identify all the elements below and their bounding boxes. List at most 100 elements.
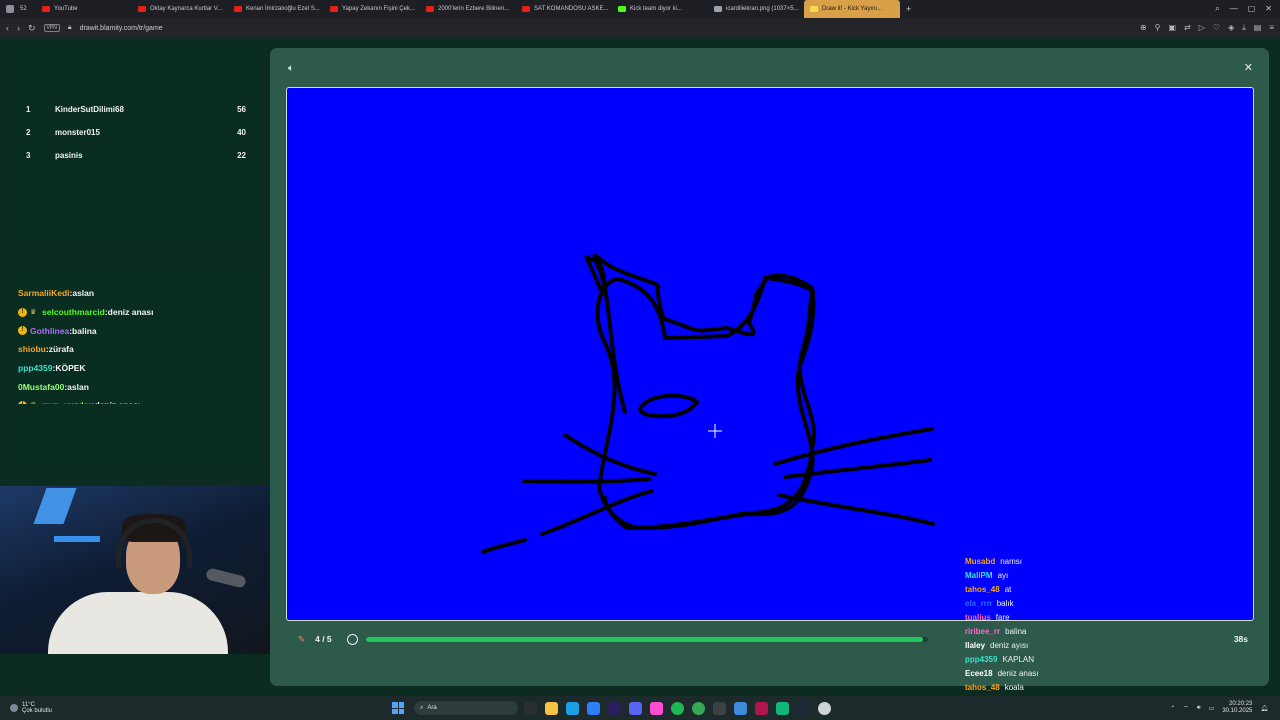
download-icon[interactable]: ⤓	[1242, 23, 1246, 33]
browser-tab[interactable]: 2000'lerin Ezbere Bilinen...	[420, 0, 516, 18]
pinned-apps	[524, 701, 831, 715]
tab-label: icardiliekran.png (1037×5...	[726, 6, 799, 12]
round-status-bar: ✎ 4 / 5 38s	[298, 631, 1248, 647]
chat-username[interactable]: ppp4359	[18, 363, 53, 373]
maximize-icon[interactable]: ▢	[1248, 4, 1256, 14]
browser-tab[interactable]: Kenan İmirzalıoğlu Ezel S...	[228, 0, 324, 18]
premiere-icon[interactable]	[608, 701, 621, 715]
chat-username[interactable]: mvn_yuzdar	[42, 400, 92, 404]
leaderboard-panel: 1 KinderSutDilimi68 56 2 monster015 40 3 pasini…	[12, 48, 260, 252]
weather-desc: Çok bulutlu	[22, 708, 53, 714]
close-window-icon[interactable]: ✕	[1265, 4, 1272, 14]
leaderboard-row: 2 monster015 40	[26, 121, 246, 144]
minimize-icon[interactable]: —	[1230, 4, 1238, 14]
youtube-icon	[426, 6, 434, 12]
chat-username[interactable]: selcouthmarcid	[42, 307, 105, 317]
wallet-icon[interactable]: ◈	[1228, 23, 1234, 33]
browser-tab[interactable]: SAT KOMANDOSU ASKE...	[516, 0, 612, 18]
xbox-icon[interactable]	[524, 701, 537, 715]
address-bar: ‹ › ↻ VPN 🔒︎ drawit.blamity.com/tr/game …	[0, 18, 1280, 38]
chat-panel: SarmaliiKedi: aslan! ♛ selcouthmarcid: deniz…	[12, 264, 260, 468]
edge-icon[interactable]	[566, 701, 579, 715]
overlay-chat-message: ela_rrn balık	[965, 596, 1085, 610]
zoom-icon[interactable]: ⊕	[1140, 23, 1147, 33]
browser-tab[interactable]: icardiliekran.png (1037×5...	[708, 0, 804, 18]
vpn-badge[interactable]: VPN	[43, 24, 60, 32]
weather-widget[interactable]: 11°C Çok bulutlu	[0, 702, 392, 714]
stream-tool-icon[interactable]	[734, 701, 747, 715]
discord-icon[interactable]	[629, 701, 642, 715]
heart-icon[interactable]: ♡	[1213, 23, 1220, 33]
notifications-icon[interactable]: 🔔︎	[1260, 705, 1268, 712]
chat-username[interactable]: Gothlinea	[30, 326, 69, 336]
windows-taskbar: 11°C Çok bulutlu ⌕ Ara ⌃ ⌔ 🔊︎ ▭ 20:20:23…	[0, 696, 1280, 720]
cat-outline-stroke	[584, 253, 816, 530]
chat-username[interactable]: 0Mustafa00	[18, 382, 64, 392]
chat-message: shiobu: zürafa	[18, 340, 254, 359]
overlay-chat-message: llaley deniz ayısı	[965, 639, 1085, 653]
chat-message: ! Gothlinea: balina	[18, 321, 254, 340]
subscriber-badge-icon: !	[18, 307, 27, 317]
player-icon[interactable]: ▷	[1199, 23, 1205, 33]
browser-menu-icon[interactable]	[6, 5, 14, 13]
overlay-username: Ecee18	[965, 669, 993, 679]
speaker-icon[interactable]: 🔈︎	[288, 63, 294, 74]
browser-tab[interactable]: YouTube	[36, 0, 132, 18]
network-icon[interactable]: ⌔	[1183, 704, 1189, 712]
chat-text: deniz anası	[94, 400, 140, 404]
photos-icon[interactable]	[587, 701, 600, 715]
subscriber-badge-icon: !	[18, 326, 27, 336]
start-icon[interactable]	[392, 702, 404, 714]
tab-count[interactable]: 52	[20, 6, 27, 12]
flow-icon[interactable]: ⇄	[1184, 23, 1191, 33]
microphone	[205, 567, 247, 589]
seconds-left: 38s	[1233, 634, 1248, 644]
snapshot-icon[interactable]: ▣	[1168, 23, 1176, 33]
url-field[interactable]: drawit.blamity.com/tr/game	[80, 25, 163, 32]
browser-tab[interactable]: Kick team diyor ki...	[612, 0, 708, 18]
chat-username[interactable]: shiobu	[18, 344, 46, 354]
file-explorer-icon[interactable]	[545, 701, 558, 715]
drawing-canvas[interactable]	[286, 87, 1254, 621]
steam-icon[interactable]	[797, 701, 810, 715]
spotify-icon[interactable]	[671, 701, 684, 715]
drawit-page: 1 KinderSutDilimi68 56 2 monster015 40 3 pasini…	[0, 38, 1280, 720]
image-icon	[714, 6, 722, 12]
menu-icon[interactable]: ≡	[1269, 23, 1274, 33]
volume-icon[interactable]: 🔊︎	[1197, 705, 1201, 712]
browser-tab[interactable]: Yapay Zekanın Fişini Çek...	[324, 0, 420, 18]
new-tab-icon[interactable]: +	[900, 4, 917, 14]
taskbar-search[interactable]: ⌕ Ara	[414, 701, 518, 715]
overlay-username: ppp4359	[965, 655, 998, 665]
close-icon[interactable]: ✕	[1244, 61, 1253, 74]
window-controls: ⌕ — ▢ ✕	[1215, 4, 1280, 14]
battery-icon[interactable]: ▭	[1209, 705, 1215, 712]
chrome-icon[interactable]	[692, 701, 705, 715]
tray-chevron-icon[interactable]: ⌃	[1170, 705, 1175, 712]
tab-label: 2000'lerin Ezbere Bilinen...	[438, 6, 510, 12]
terminal-icon[interactable]	[713, 701, 726, 715]
reload-icon[interactable]: ↻	[28, 23, 36, 34]
forward-icon[interactable]: ›	[17, 23, 20, 33]
chat-username[interactable]: SarmaliiKedi	[18, 288, 70, 298]
kick-app-icon[interactable]	[776, 701, 789, 715]
extensions-icon[interactable]: ▤	[1254, 23, 1262, 33]
leaderboard-row: 3 pasinis 22	[26, 144, 246, 167]
whisker-left-1	[563, 433, 657, 476]
lock-icon[interactable]: 🔒︎	[68, 24, 72, 32]
back-icon[interactable]: ‹	[6, 23, 9, 33]
pin-icon[interactable]: ⚲	[1155, 23, 1161, 33]
overlay-username: Musabd	[965, 556, 996, 566]
overlay-chat-message: Musabd namsı	[965, 554, 1085, 568]
clock[interactable]: 20:20:23 30.10.2025	[1222, 701, 1252, 715]
search-tabs-icon[interactable]: ⌕	[1215, 4, 1219, 14]
obs-icon[interactable]	[818, 701, 831, 715]
clock-date: 30.10.2025	[1222, 708, 1253, 714]
opera-icon[interactable]	[755, 701, 768, 715]
app-icon[interactable]	[650, 701, 663, 715]
browser-tab[interactable]: Draw it! - Kick Yayını...	[804, 0, 900, 18]
youtube-icon	[138, 6, 146, 12]
overlay-chat-message: ppp4359 KAPLAN	[965, 653, 1085, 667]
browser-tab[interactable]: Oktay Kaynarca Kurtlar V...	[132, 0, 228, 18]
chat-message: 0Mustafa00: aslan	[18, 377, 254, 396]
